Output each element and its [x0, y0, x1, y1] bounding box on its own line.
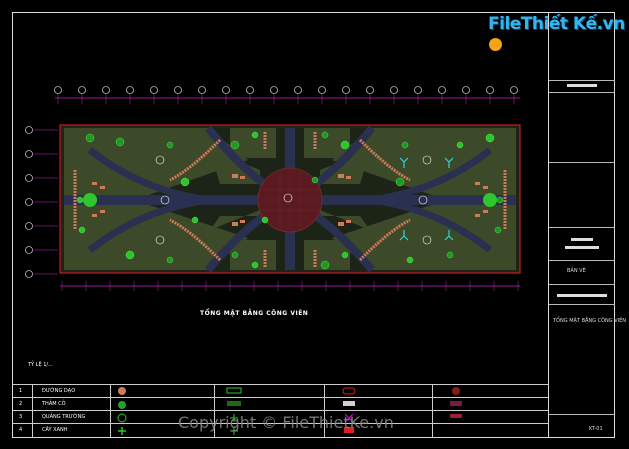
grid-marker: [270, 86, 278, 94]
tree-icon: [311, 176, 319, 184]
legend-row-line: [12, 384, 548, 385]
title-block-drawing-label: BẢN VẼ: [567, 268, 586, 274]
title-block-divider: [549, 162, 615, 163]
tree-icon: [78, 226, 86, 234]
feature-tree-icon: [83, 193, 97, 207]
title-block-sheet-no: KT-01: [589, 426, 603, 432]
legend-desc: QUẢNG TRƯỜNG: [42, 414, 86, 420]
legend-symbols-d: [450, 387, 462, 418]
grid-marker: [198, 86, 206, 94]
tree-icon: [166, 141, 174, 149]
title-block-bar: [557, 294, 607, 297]
legend-num: 3: [19, 414, 23, 420]
tree-icon: [230, 140, 240, 150]
title-block-bar: [565, 246, 599, 249]
park-site-plan[interactable]: [20, 80, 545, 300]
legend-col-line: [110, 384, 111, 438]
tree-icon: [115, 137, 125, 147]
top-dimension-line: [54, 86, 520, 104]
grid-marker: [25, 222, 33, 230]
title-block-divider: [549, 92, 615, 93]
column-grid-markers: [54, 86, 518, 104]
tree-icon: [76, 196, 84, 204]
legend-col-line: [32, 384, 33, 438]
grid-marker: [222, 86, 230, 94]
grid-marker: [25, 270, 33, 278]
logo-ball-icon: [489, 37, 502, 51]
legend-desc: CÂY XANH: [42, 427, 68, 433]
title-block-project-bar: [567, 84, 597, 87]
grid-marker: [150, 86, 158, 94]
title-block-divider: [549, 227, 615, 228]
tree-icon: [494, 226, 502, 234]
grid-marker: [25, 150, 33, 158]
grid-marker: [342, 86, 350, 94]
grid-marker: [390, 86, 398, 94]
tree-icon: [180, 177, 190, 187]
grid-marker: [174, 86, 182, 94]
legend-symbols-a: [117, 387, 127, 435]
legend-col-line: [432, 384, 433, 438]
title-block-bar: [571, 238, 593, 241]
title-block-sheet-title: TỔNG MẶT BẰNG CÔNG VIÊN: [553, 318, 627, 324]
grid-marker: [126, 86, 134, 94]
copyright-watermark: Copyright © FileThietKe.vn: [178, 413, 394, 432]
tree-icon: [251, 131, 259, 139]
title-block: BẢN VẼ TỔNG MẶT BẰNG CÔNG VIÊN KT-01: [548, 12, 626, 438]
grid-marker: [78, 86, 86, 94]
legend-num: 2: [19, 401, 23, 407]
title-block-divider: [549, 304, 615, 305]
grid-marker: [414, 86, 422, 94]
grid-marker: [318, 86, 326, 94]
tree-icon: [446, 251, 454, 259]
tree-icon: [231, 251, 239, 259]
legend-desc: THẢM CỎ: [42, 401, 66, 407]
tree-icon: [485, 133, 495, 143]
tree-icon: [395, 177, 405, 187]
title-block-divider: [549, 414, 615, 415]
legend-row-line: [12, 410, 548, 411]
tree-icon: [321, 131, 329, 139]
tree-icon: [261, 216, 269, 224]
legend-num: 1: [19, 388, 23, 394]
tree-icon: [341, 251, 349, 259]
tree-icon: [401, 141, 409, 149]
feature-tree-icon: [483, 193, 497, 207]
grid-marker: [54, 86, 62, 94]
grid-marker: [462, 86, 470, 94]
grid-marker: [25, 126, 33, 134]
tree-icon: [496, 196, 504, 204]
title-block-divider: [549, 80, 615, 81]
legend-row-line: [12, 397, 548, 398]
grid-marker: [294, 86, 302, 94]
grid-marker: [102, 86, 110, 94]
scale-note: TỶ LỆ 1/...: [28, 362, 53, 368]
legend-desc: ĐƯỜNG DẠO: [42, 388, 76, 394]
grid-marker: [25, 246, 33, 254]
tree-icon: [340, 140, 350, 150]
grid-marker: [25, 198, 33, 206]
tree-icon: [191, 216, 199, 224]
legend-num: 4: [19, 427, 23, 433]
tree-icon: [251, 261, 259, 269]
tree-icon: [456, 141, 464, 149]
title-block-divider: [549, 260, 615, 261]
title-block-divider: [549, 284, 615, 285]
grid-marker: [438, 86, 446, 94]
grid-marker: [486, 86, 494, 94]
tree-icon: [320, 260, 330, 270]
grid-marker: [366, 86, 374, 94]
tree-icon: [125, 250, 135, 260]
tree-icon: [406, 256, 414, 264]
plan-title: TỔNG MẶT BẰNG CÔNG VIÊN: [200, 310, 309, 317]
grid-marker: [25, 174, 33, 182]
row-grid-markers: [25, 126, 58, 278]
tree-icon: [166, 256, 174, 264]
grid-marker: [246, 86, 254, 94]
grid-marker: [510, 86, 518, 94]
tree-icon: [85, 133, 95, 143]
